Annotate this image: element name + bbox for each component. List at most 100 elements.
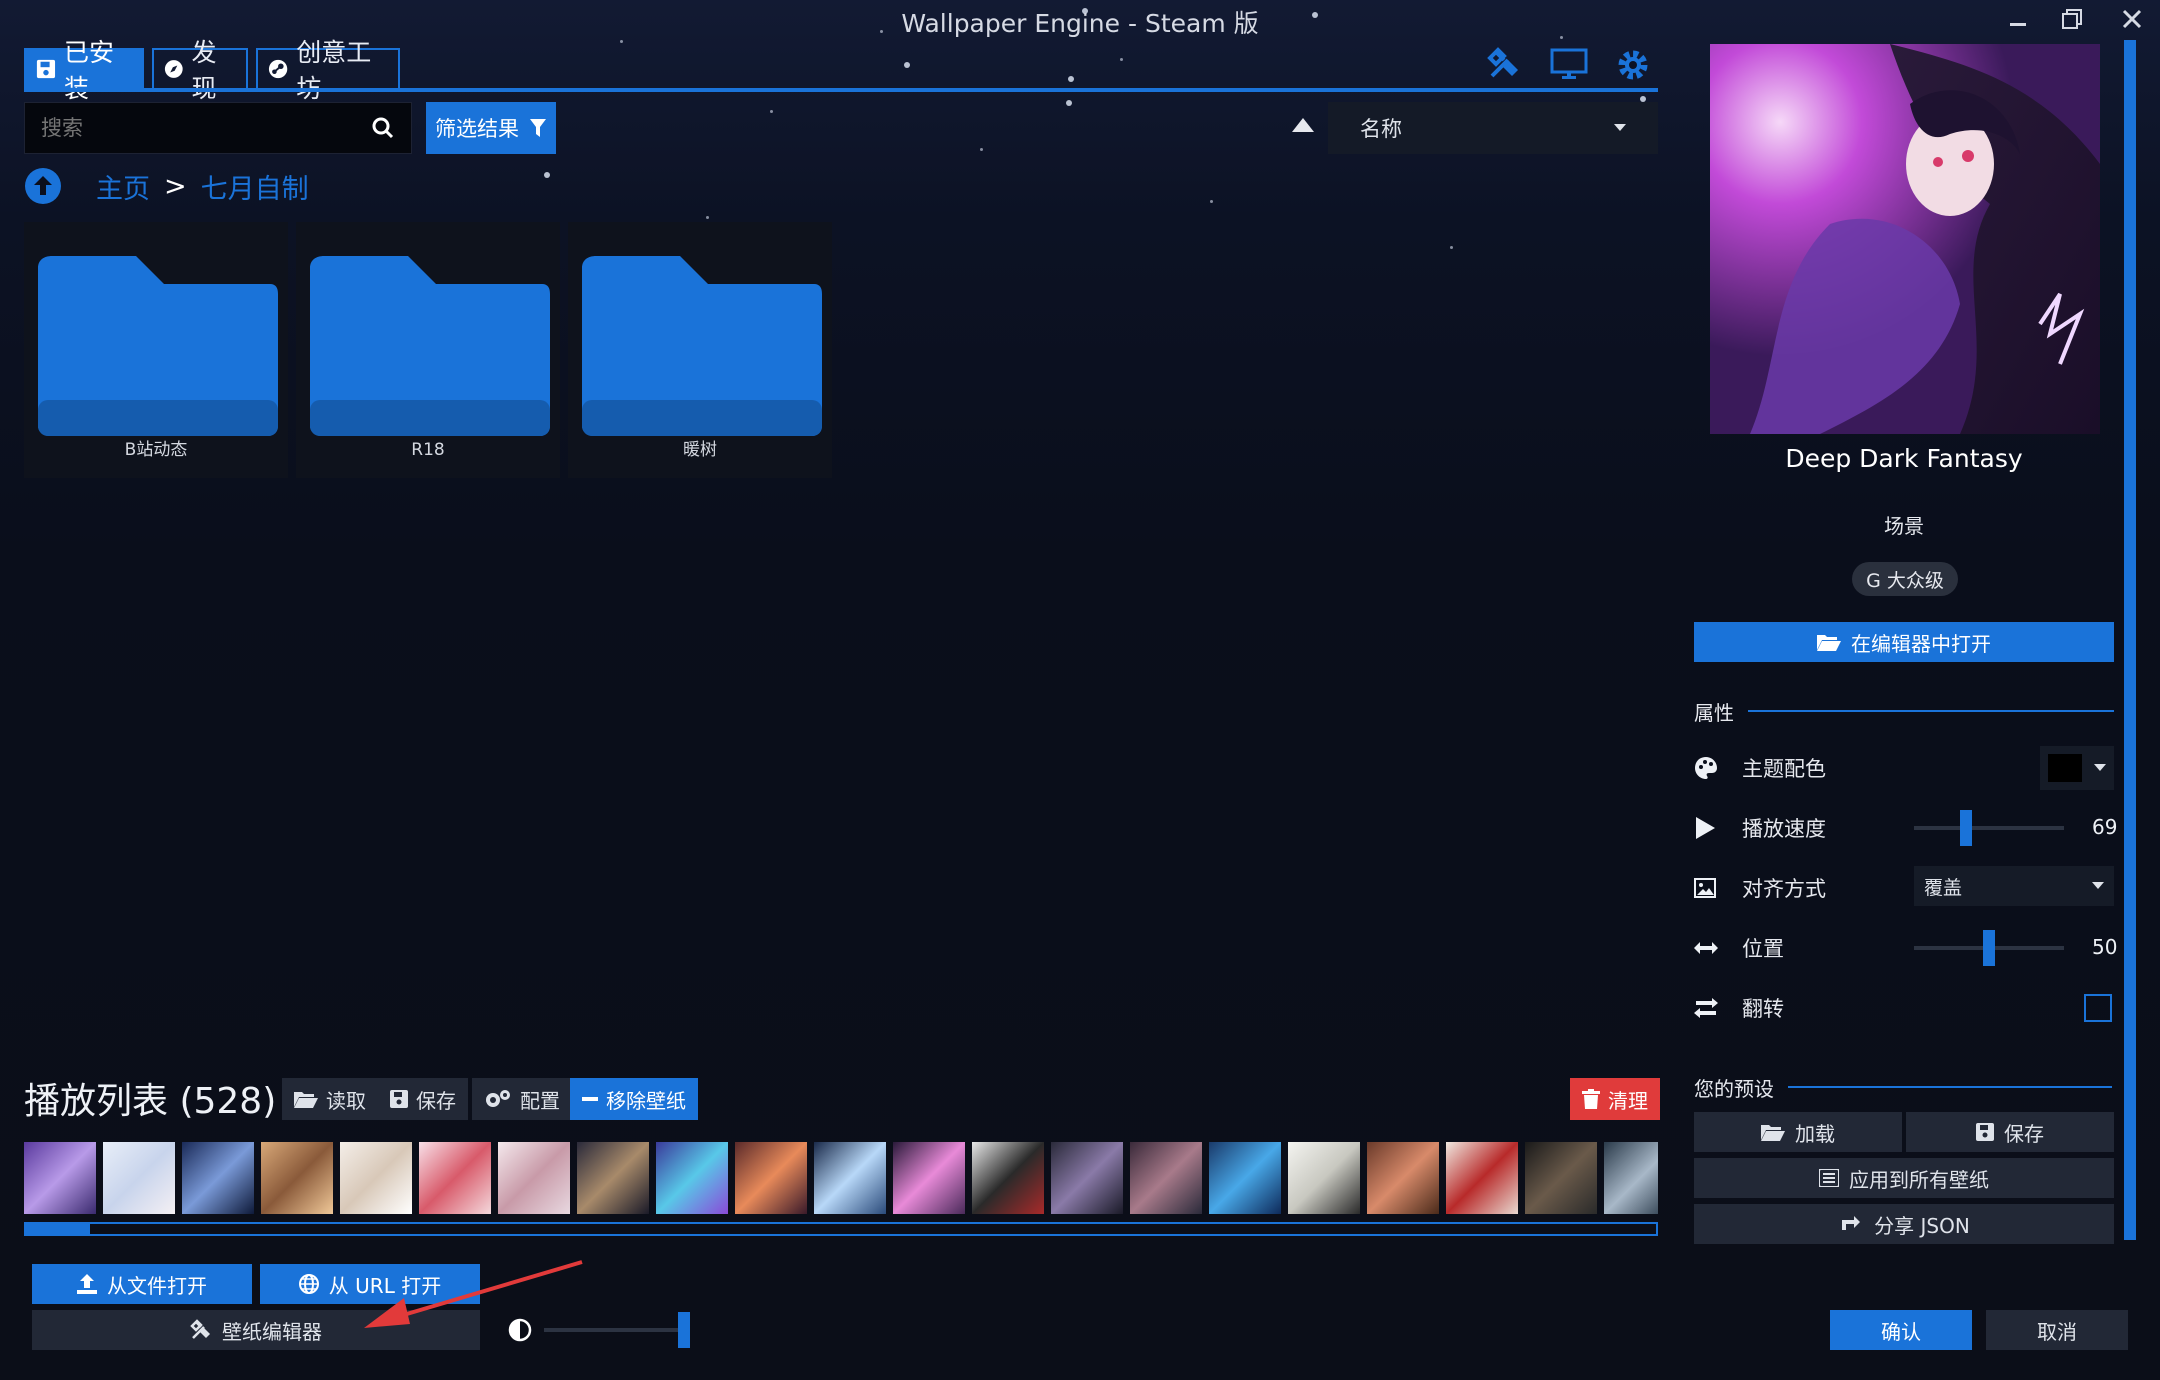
playlist-thumbnail[interactable] bbox=[1051, 1142, 1123, 1214]
alignment-select[interactable]: 覆盖 bbox=[1914, 866, 2114, 906]
minus-icon bbox=[582, 1097, 598, 1101]
prop-flip: 翻转 bbox=[1694, 986, 2114, 1030]
minimize-icon[interactable] bbox=[1996, 2, 2040, 36]
playlist-thumbnail[interactable] bbox=[893, 1142, 965, 1214]
prop-position: 位置 50 bbox=[1694, 926, 2117, 970]
playlist-thumbnail[interactable] bbox=[656, 1142, 728, 1214]
playlist-load-label: 读取 bbox=[326, 1088, 366, 1113]
playlist-thumbnail[interactable] bbox=[1209, 1142, 1281, 1214]
playlist-thumbnail[interactable] bbox=[1446, 1142, 1518, 1214]
editor-tools-icon[interactable] bbox=[1486, 46, 1522, 86]
tab-workshop-label: 创意工坊 bbox=[296, 38, 372, 103]
playlist-thumbnails bbox=[24, 1142, 1658, 1214]
position-knob[interactable] bbox=[1983, 930, 1995, 966]
playlist-load-button[interactable]: 读取 bbox=[282, 1078, 378, 1120]
playlist-thumbnail[interactable] bbox=[1604, 1142, 1658, 1214]
playback-speed-knob[interactable] bbox=[1960, 810, 1972, 846]
sort-select[interactable]: 名称 bbox=[1328, 102, 1658, 154]
tab-discover-label: 发现 bbox=[191, 38, 217, 103]
rating-badge: G 大众级 bbox=[1852, 562, 1958, 596]
flip-checkbox[interactable] bbox=[2084, 994, 2112, 1022]
close-icon[interactable] bbox=[2110, 2, 2154, 36]
playlist-scroll-thumb[interactable] bbox=[26, 1224, 90, 1234]
alignment-label: 对齐方式 bbox=[1742, 877, 1826, 901]
playlist-save-label: 保存 bbox=[416, 1088, 456, 1113]
playlist-thumbnail[interactable] bbox=[419, 1142, 491, 1214]
folder-item[interactable]: 暖树 bbox=[568, 222, 832, 478]
horizontal-arrows-icon bbox=[1694, 941, 1742, 955]
playlist-thumbnail[interactable] bbox=[735, 1142, 807, 1214]
remove-wallpaper-label: 移除壁纸 bbox=[606, 1088, 686, 1113]
share-json-label: 分享 JSON bbox=[1874, 1213, 1970, 1238]
confirm-button[interactable]: 确认 bbox=[1830, 1310, 1972, 1350]
alignment-selected: 覆盖 bbox=[1924, 876, 1963, 899]
monitor-icon[interactable] bbox=[1550, 48, 1588, 86]
playlist-thumbnail[interactable] bbox=[1288, 1142, 1360, 1214]
editor-tools-icon bbox=[190, 1319, 210, 1339]
playlist-thumbnail[interactable] bbox=[1130, 1142, 1202, 1214]
trash-icon bbox=[1582, 1089, 1600, 1109]
search-input[interactable] bbox=[41, 116, 371, 140]
preset-load-label: 加载 bbox=[1795, 1121, 1835, 1146]
chevron-down-icon bbox=[1614, 124, 1626, 131]
folder-label: 暖树 bbox=[683, 440, 717, 460]
wallpaper-title: Deep Dark Fantasy bbox=[1785, 444, 2023, 473]
wallpaper-type: 场景 bbox=[1884, 514, 1924, 538]
playback-speed-slider[interactable] bbox=[1914, 810, 2064, 846]
preset-save-label: 保存 bbox=[2004, 1121, 2044, 1146]
cancel-button[interactable]: 取消 bbox=[1986, 1310, 2128, 1350]
apply-to-all-button[interactable]: 应用到所有壁纸 bbox=[1694, 1158, 2114, 1198]
properties-header: 属性 bbox=[1694, 696, 2114, 726]
breadcrumb-home[interactable]: 主页 bbox=[96, 167, 150, 206]
playlist-thumbnail[interactable] bbox=[261, 1142, 333, 1214]
restore-icon[interactable] bbox=[2050, 2, 2094, 36]
share-json-button[interactable]: 分享 JSON bbox=[1694, 1204, 2114, 1244]
playlist-clear-button[interactable]: 清理 bbox=[1570, 1078, 1660, 1120]
search-icon[interactable] bbox=[371, 116, 395, 140]
panel-scroll-thumb[interactable] bbox=[2124, 40, 2136, 1240]
playlist-thumbnail[interactable] bbox=[340, 1142, 412, 1214]
remove-wallpaper-button[interactable]: 移除壁纸 bbox=[570, 1078, 698, 1120]
playlist-thumbnail[interactable] bbox=[814, 1142, 886, 1214]
presets-header: 您的预设 bbox=[1694, 1072, 2112, 1102]
brightness-slider[interactable] bbox=[544, 1312, 690, 1348]
panel-scrollbar[interactable] bbox=[2124, 40, 2136, 1240]
upload-icon bbox=[77, 1274, 97, 1294]
folder-item[interactable]: B站动态 bbox=[24, 222, 288, 478]
globe-icon bbox=[298, 1274, 319, 1294]
filter-button[interactable]: 筛选结果 bbox=[426, 102, 556, 154]
presets-header-label: 您的预设 bbox=[1694, 1076, 1774, 1101]
playlist-thumbnail[interactable] bbox=[24, 1142, 96, 1214]
wallpaper-preview-image bbox=[1710, 44, 2100, 434]
play-icon bbox=[1694, 816, 1742, 840]
playlist-scrollbar[interactable] bbox=[24, 1222, 1658, 1236]
gear-icon[interactable] bbox=[1616, 48, 1650, 86]
playlist-thumbnail[interactable] bbox=[1525, 1142, 1597, 1214]
open-from-file-button[interactable]: 从文件打开 bbox=[32, 1264, 252, 1304]
filter-icon bbox=[530, 119, 546, 137]
preset-load-button[interactable]: 加载 bbox=[1694, 1112, 1902, 1152]
up-arrow-icon[interactable] bbox=[24, 167, 62, 205]
theme-color-picker[interactable] bbox=[2040, 746, 2114, 790]
tab-installed[interactable]: 已安装 bbox=[24, 38, 144, 103]
position-slider[interactable] bbox=[1914, 930, 2064, 966]
playlist-config-button[interactable]: 配置 bbox=[472, 1078, 572, 1120]
folder-item[interactable]: R18 bbox=[296, 222, 560, 478]
properties-header-label: 属性 bbox=[1694, 700, 1734, 725]
tab-discover[interactable]: 发现 bbox=[152, 38, 248, 103]
playlist-thumbnail[interactable] bbox=[103, 1142, 175, 1214]
save-icon bbox=[36, 59, 56, 79]
playlist-thumbnail[interactable] bbox=[182, 1142, 254, 1214]
breadcrumb-current[interactable]: 七月自制 bbox=[201, 167, 309, 206]
brightness-slider-knob[interactable] bbox=[678, 1312, 690, 1348]
tab-workshop[interactable]: 创意工坊 bbox=[256, 38, 400, 103]
playlist-thumbnail[interactable] bbox=[972, 1142, 1044, 1214]
playlist-thumbnail[interactable] bbox=[577, 1142, 649, 1214]
playlist-thumbnail[interactable] bbox=[498, 1142, 570, 1214]
search-box[interactable] bbox=[24, 102, 412, 154]
sort-direction-icon[interactable] bbox=[1292, 118, 1314, 132]
preset-save-button[interactable]: 保存 bbox=[1906, 1112, 2114, 1152]
playlist-thumbnail[interactable] bbox=[1367, 1142, 1439, 1214]
playlist-save-button[interactable]: 保存 bbox=[378, 1078, 468, 1120]
open-in-editor-button[interactable]: 在编辑器中打开 bbox=[1694, 622, 2114, 662]
